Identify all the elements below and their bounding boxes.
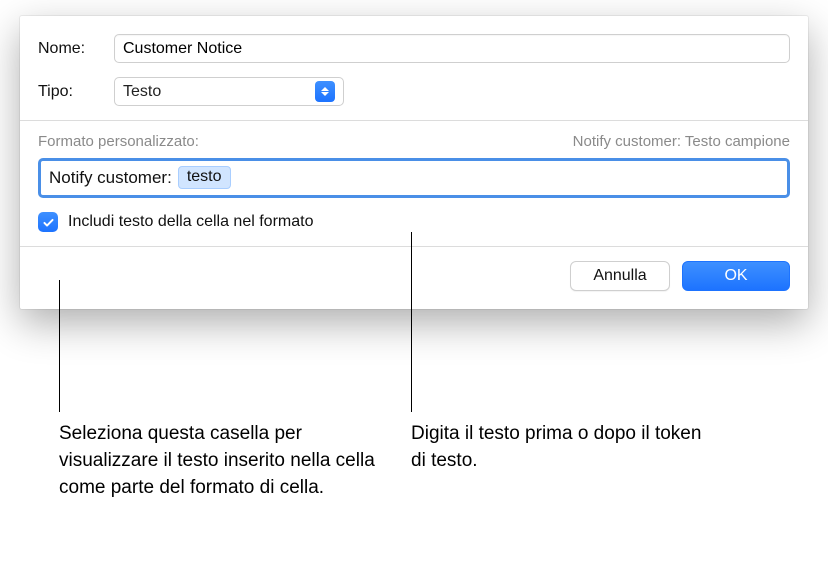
callout-text-right: Digita il testo prima o dopo il token di…: [411, 420, 711, 474]
stepper-arrows-icon: [315, 81, 335, 102]
chevron-up-icon: [321, 87, 329, 91]
dialog-button-row: Annulla OK: [20, 247, 808, 309]
type-label: Tipo:: [38, 83, 114, 101]
ok-button[interactable]: OK: [682, 261, 790, 291]
format-header: Formato personalizzato: Notify customer:…: [38, 133, 790, 150]
include-checkbox-label: Includi testo della cella nel formato: [68, 213, 313, 231]
type-select[interactable]: Testo: [114, 77, 344, 106]
type-select-value: Testo: [123, 83, 161, 101]
format-preview: Notify customer: Testo campione: [573, 133, 790, 150]
callout-line: [411, 232, 412, 412]
callout-line: [59, 280, 60, 412]
include-checkbox-row: Includi testo della cella nel formato: [38, 212, 790, 232]
format-prefix-text: Notify customer:: [49, 168, 172, 188]
cancel-button[interactable]: Annulla: [570, 261, 670, 291]
checkmark-icon: [42, 216, 55, 229]
chevron-down-icon: [321, 92, 329, 96]
callout-text-left: Seleziona questa casella per visualizzar…: [59, 420, 389, 501]
type-select-wrap: Testo: [114, 77, 344, 106]
format-token[interactable]: testo: [178, 166, 231, 189]
format-dialog: Nome: Tipo: Testo Formato personalizzato…: [20, 16, 808, 309]
name-label: Nome:: [38, 40, 114, 58]
dialog-top-section: Nome: Tipo: Testo: [20, 16, 808, 120]
dialog-mid-section: Formato personalizzato: Notify customer:…: [20, 121, 808, 246]
format-field[interactable]: Notify customer: testo: [38, 158, 790, 198]
name-row: Nome:: [38, 34, 790, 63]
name-input[interactable]: [114, 34, 790, 63]
format-label: Formato personalizzato:: [38, 133, 199, 150]
include-checkbox[interactable]: [38, 212, 58, 232]
cancel-button-label: Annulla: [593, 267, 646, 285]
type-row: Tipo: Testo: [38, 77, 790, 106]
ok-button-label: OK: [724, 267, 747, 285]
